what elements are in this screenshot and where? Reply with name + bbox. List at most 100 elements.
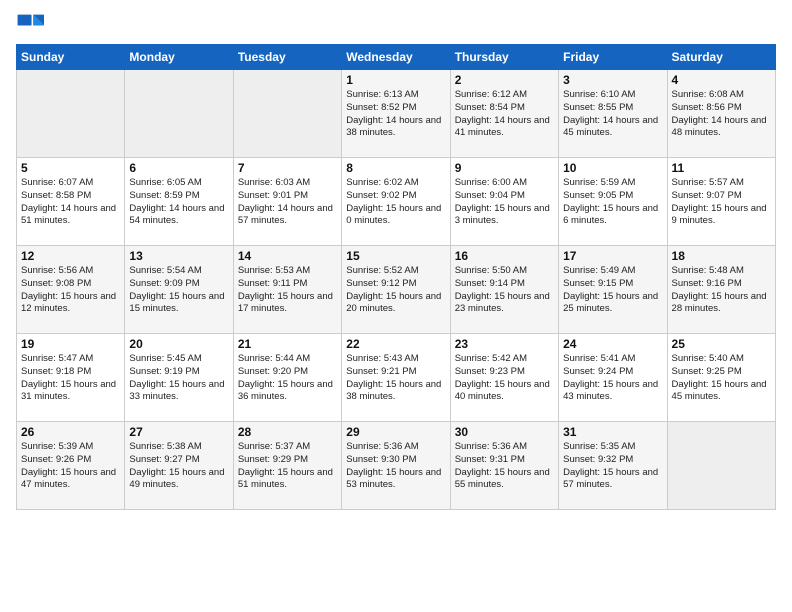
- day-number: 8: [346, 161, 445, 175]
- day-number: 16: [455, 249, 554, 263]
- calendar-cell: 6 Sunrise: 6:05 AMSunset: 8:59 PMDaylight…: [125, 158, 233, 246]
- day-detail: Sunrise: 5:53 AMSunset: 9:11 PMDaylight:…: [238, 265, 337, 316]
- week-row-3: 12 Sunrise: 5:56 AMSunset: 9:08 PMDayligh…: [17, 246, 776, 334]
- day-detail: Sunrise: 5:50 AMSunset: 9:14 PMDaylight:…: [455, 265, 554, 316]
- weekday-thursday: Thursday: [450, 45, 558, 70]
- day-number: 14: [238, 249, 337, 263]
- day-detail: Sunrise: 5:36 AMSunset: 9:31 PMDaylight:…: [455, 441, 554, 492]
- day-detail: Sunrise: 5:54 AMSunset: 9:09 PMDaylight:…: [129, 265, 228, 316]
- calendar-cell: 26 Sunrise: 5:39 AMSunset: 9:26 PMDayligh…: [17, 422, 125, 510]
- day-detail: Sunrise: 5:52 AMSunset: 9:12 PMDaylight:…: [346, 265, 445, 316]
- calendar-cell: 19 Sunrise: 5:47 AMSunset: 9:18 PMDayligh…: [17, 334, 125, 422]
- logo-icon: [16, 10, 44, 38]
- day-detail: Sunrise: 5:37 AMSunset: 9:29 PMDaylight:…: [238, 441, 337, 492]
- calendar-cell: 24Sunrise: 5:41 AMSunset: 9:24 PMDayligh…: [559, 334, 667, 422]
- day-detail: Sunrise: 6:03 AMSunset: 9:01 PMDaylight:…: [238, 177, 337, 228]
- weekday-header-row: SundayMondayTuesdayWednesdayThursdayFrid…: [17, 45, 776, 70]
- day-detail: Sunrise: 6:12 AMSunset: 8:54 PMDaylight:…: [455, 89, 554, 140]
- calendar-cell: 21Sunrise: 5:44 AMSunset: 9:20 PMDayligh…: [233, 334, 341, 422]
- week-row-2: 5 Sunrise: 6:07 AMSunset: 8:58 PMDaylight…: [17, 158, 776, 246]
- calendar-cell: 4 Sunrise: 6:08 AMSunset: 8:56 PMDaylight…: [667, 70, 775, 158]
- calendar-cell: 10Sunrise: 5:59 AMSunset: 9:05 PMDayligh…: [559, 158, 667, 246]
- weekday-saturday: Saturday: [667, 45, 775, 70]
- day-number: 19: [21, 337, 120, 351]
- day-detail: Sunrise: 6:13 AMSunset: 8:52 PMDaylight:…: [346, 89, 445, 140]
- day-number: 5: [21, 161, 120, 175]
- calendar-cell: [17, 70, 125, 158]
- calendar-cell: 16 Sunrise: 5:50 AMSunset: 9:14 PMDayligh…: [450, 246, 558, 334]
- day-detail: Sunrise: 5:48 AMSunset: 9:16 PMDaylight:…: [672, 265, 771, 316]
- calendar-cell: 23Sunrise: 5:42 AMSunset: 9:23 PMDayligh…: [450, 334, 558, 422]
- header: [16, 10, 776, 38]
- weekday-sunday: Sunday: [17, 45, 125, 70]
- day-number: 22: [346, 337, 445, 351]
- weekday-friday: Friday: [559, 45, 667, 70]
- calendar-cell: [667, 422, 775, 510]
- calendar-cell: [233, 70, 341, 158]
- calendar-cell: 28Sunrise: 5:37 AMSunset: 9:29 PMDayligh…: [233, 422, 341, 510]
- day-detail: Sunrise: 5:59 AMSunset: 9:05 PMDaylight:…: [563, 177, 662, 228]
- day-detail: Sunrise: 5:42 AMSunset: 9:23 PMDaylight:…: [455, 353, 554, 404]
- day-detail: Sunrise: 5:47 AMSunset: 9:18 PMDaylight:…: [21, 353, 120, 404]
- calendar-table: SundayMondayTuesdayWednesdayThursdayFrid…: [16, 44, 776, 510]
- logo: [16, 10, 48, 38]
- calendar-cell: 12 Sunrise: 5:56 AMSunset: 9:08 PMDayligh…: [17, 246, 125, 334]
- calendar-cell: 29 Sunrise: 5:36 AMSunset: 9:30 PMDayligh…: [342, 422, 450, 510]
- day-detail: Sunrise: 6:05 AMSunset: 8:59 PMDaylight:…: [129, 177, 228, 228]
- day-detail: Sunrise: 5:36 AMSunset: 9:30 PMDaylight:…: [346, 441, 445, 492]
- day-detail: Sunrise: 5:56 AMSunset: 9:08 PMDaylight:…: [21, 265, 120, 316]
- day-detail: Sunrise: 5:41 AMSunset: 9:24 PMDaylight:…: [563, 353, 662, 404]
- day-number: 9: [455, 161, 554, 175]
- calendar-cell: 31Sunrise: 5:35 AMSunset: 9:32 PMDayligh…: [559, 422, 667, 510]
- week-row-1: 1 Sunrise: 6:13 AMSunset: 8:52 PMDaylight…: [17, 70, 776, 158]
- day-detail: Sunrise: 6:07 AMSunset: 8:58 PMDaylight:…: [21, 177, 120, 228]
- day-number: 15: [346, 249, 445, 263]
- calendar-cell: 13 Sunrise: 5:54 AMSunset: 9:09 PMDayligh…: [125, 246, 233, 334]
- day-detail: Sunrise: 5:40 AMSunset: 9:25 PMDaylight:…: [672, 353, 771, 404]
- calendar-cell: 20 Sunrise: 5:45 AMSunset: 9:19 PMDayligh…: [125, 334, 233, 422]
- calendar-cell: 25 Sunrise: 5:40 AMSunset: 9:25 PMDayligh…: [667, 334, 775, 422]
- day-number: 2: [455, 73, 554, 87]
- day-detail: Sunrise: 6:02 AMSunset: 9:02 PMDaylight:…: [346, 177, 445, 228]
- day-detail: Sunrise: 5:44 AMSunset: 9:20 PMDaylight:…: [238, 353, 337, 404]
- calendar-cell: 30 Sunrise: 5:36 AMSunset: 9:31 PMDayligh…: [450, 422, 558, 510]
- day-number: 17: [563, 249, 662, 263]
- day-number: 4: [672, 73, 771, 87]
- day-detail: Sunrise: 5:35 AMSunset: 9:32 PMDaylight:…: [563, 441, 662, 492]
- day-detail: Sunrise: 5:57 AMSunset: 9:07 PMDaylight:…: [672, 177, 771, 228]
- day-number: 3: [563, 73, 662, 87]
- calendar-cell: 7 Sunrise: 6:03 AMSunset: 9:01 PMDaylight…: [233, 158, 341, 246]
- day-number: 27: [129, 425, 228, 439]
- day-detail: Sunrise: 6:10 AMSunset: 8:55 PMDaylight:…: [563, 89, 662, 140]
- week-row-4: 19 Sunrise: 5:47 AMSunset: 9:18 PMDayligh…: [17, 334, 776, 422]
- day-number: 26: [21, 425, 120, 439]
- calendar-cell: 1 Sunrise: 6:13 AMSunset: 8:52 PMDaylight…: [342, 70, 450, 158]
- calendar-cell: 22 Sunrise: 5:43 AMSunset: 9:21 PMDayligh…: [342, 334, 450, 422]
- weekday-wednesday: Wednesday: [342, 45, 450, 70]
- day-detail: Sunrise: 5:43 AMSunset: 9:21 PMDaylight:…: [346, 353, 445, 404]
- day-detail: Sunrise: 5:39 AMSunset: 9:26 PMDaylight:…: [21, 441, 120, 492]
- day-number: 6: [129, 161, 228, 175]
- calendar-cell: [125, 70, 233, 158]
- day-detail: Sunrise: 5:38 AMSunset: 9:27 PMDaylight:…: [129, 441, 228, 492]
- calendar-cell: 18Sunrise: 5:48 AMSunset: 9:16 PMDayligh…: [667, 246, 775, 334]
- day-detail: Sunrise: 5:49 AMSunset: 9:15 PMDaylight:…: [563, 265, 662, 316]
- calendar-cell: 15 Sunrise: 5:52 AMSunset: 9:12 PMDayligh…: [342, 246, 450, 334]
- calendar-cell: 5 Sunrise: 6:07 AMSunset: 8:58 PMDaylight…: [17, 158, 125, 246]
- day-number: 1: [346, 73, 445, 87]
- day-number: 12: [21, 249, 120, 263]
- calendar-cell: 8 Sunrise: 6:02 AMSunset: 9:02 PMDaylight…: [342, 158, 450, 246]
- day-number: 25: [672, 337, 771, 351]
- day-number: 20: [129, 337, 228, 351]
- day-number: 13: [129, 249, 228, 263]
- day-number: 30: [455, 425, 554, 439]
- day-detail: Sunrise: 6:08 AMSunset: 8:56 PMDaylight:…: [672, 89, 771, 140]
- day-detail: Sunrise: 6:00 AMSunset: 9:04 PMDaylight:…: [455, 177, 554, 228]
- calendar-cell: 3 Sunrise: 6:10 AMSunset: 8:55 PMDaylight…: [559, 70, 667, 158]
- calendar-cell: 2 Sunrise: 6:12 AMSunset: 8:54 PMDaylight…: [450, 70, 558, 158]
- day-number: 29: [346, 425, 445, 439]
- weekday-monday: Monday: [125, 45, 233, 70]
- day-detail: Sunrise: 5:45 AMSunset: 9:19 PMDaylight:…: [129, 353, 228, 404]
- day-number: 7: [238, 161, 337, 175]
- weekday-tuesday: Tuesday: [233, 45, 341, 70]
